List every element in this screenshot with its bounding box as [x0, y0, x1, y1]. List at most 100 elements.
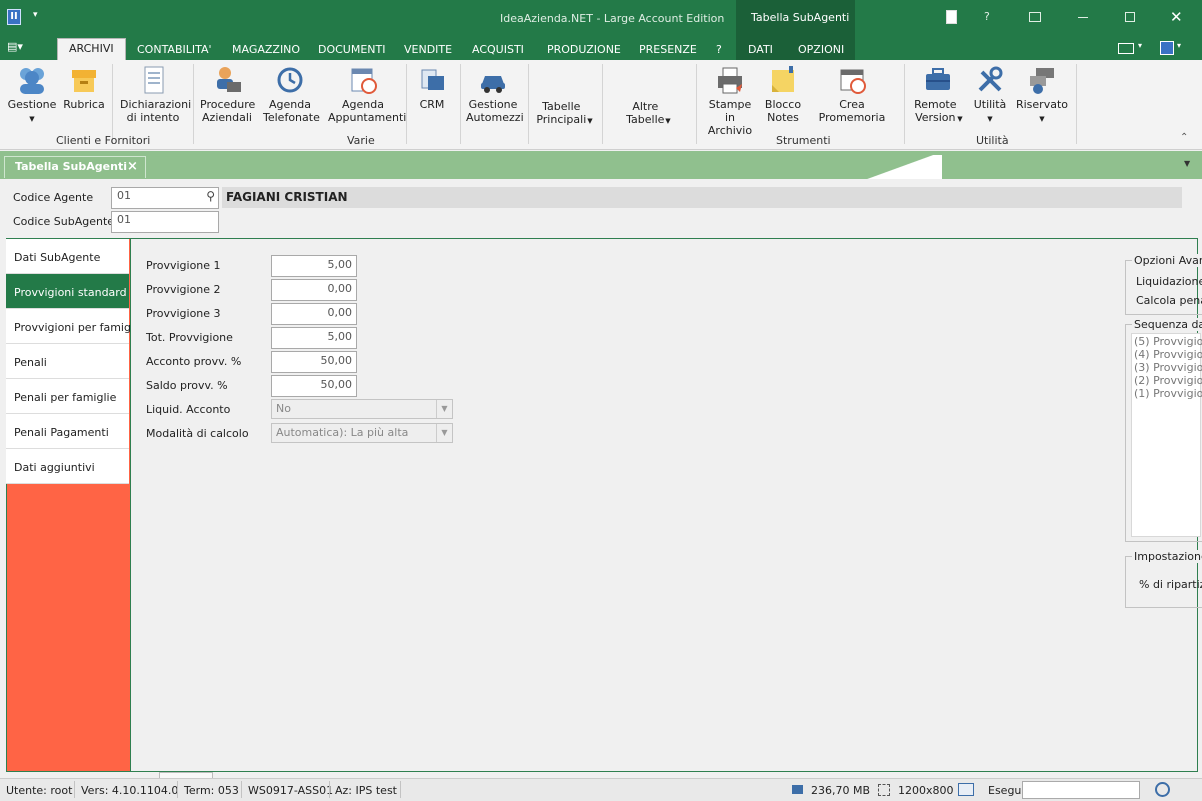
list-item[interactable]: (2) Provvigio [1134, 374, 1202, 387]
provvigione-1-input[interactable]: 5,00 [271, 255, 357, 277]
gestione-automezzi-button[interactable]: Gestione Automezzi [465, 64, 524, 124]
run-command-input[interactable] [1022, 781, 1140, 799]
app-title: IdeaAzienda.NET - Large Account Edition [500, 12, 725, 25]
provvigione-3-input[interactable]: 0,00 [271, 303, 357, 325]
provvigione-3-label: Provvigione 3 [146, 307, 221, 320]
option-liquidazione[interactable]: Liquidazione [1136, 275, 1202, 288]
status-term: Term: 053 [184, 784, 239, 797]
ribbon-separator [904, 64, 905, 144]
gestione-automezzi-label: Gestione Automezzi [466, 98, 524, 124]
worker-icon [217, 67, 241, 92]
mail-dropdown-icon[interactable]: ▾ [1138, 41, 1142, 50]
document-tab[interactable]: Tabella SubAgenti × [4, 156, 146, 178]
tab-archivi[interactable]: ARCHIVI [57, 38, 126, 60]
list-item[interactable]: (4) Provvigio [1134, 348, 1202, 361]
gestione-dropdown-icon: ▼ [29, 115, 35, 123]
calendar-icon [840, 69, 866, 94]
dichiarazioni-button[interactable]: Dichiarazioni di intento [117, 64, 191, 124]
acconto-provv-input[interactable]: 50,00 [271, 351, 357, 373]
printer-icon [718, 67, 742, 94]
agenda-appuntamenti-button[interactable]: Agenda Appuntamenti [327, 64, 406, 124]
tab-help[interactable]: ? [716, 41, 722, 60]
fullscreen-icon[interactable] [878, 784, 890, 796]
agenda-telefonate-button[interactable]: Agenda Telefonate [262, 64, 320, 124]
stampe-in-archivio-button[interactable]: Stampe in Archivio [702, 64, 758, 137]
blocco-notes-button[interactable]: Blocco Notes [762, 64, 804, 124]
liquid-acconto-label: Liquid. Acconto [146, 403, 231, 416]
tab-opzioni[interactable]: OPZIONI [798, 41, 844, 60]
layout-icon[interactable] [1160, 41, 1174, 55]
memory-icon [792, 785, 803, 794]
mail-icon[interactable] [1118, 43, 1134, 54]
blocco-notes-label: Blocco Notes [764, 98, 802, 124]
modalita-calcolo-select[interactable]: Automatica): La più alta ▼ [271, 423, 453, 443]
altre-tabelle-dropdown-icon: ▼ [665, 117, 671, 125]
quick-access-menu-icon[interactable]: ▾ [33, 10, 38, 20]
list-item[interactable]: (1) Provvigio [1134, 387, 1202, 400]
sticky-note-icon [772, 66, 794, 92]
crea-promemoria-button[interactable]: Crea Promemoria [809, 64, 895, 124]
rubrica-button[interactable]: Rubrica [62, 64, 106, 111]
sidebar-item-provvigioni-standard[interactable]: Provvigioni standard [6, 274, 129, 309]
restore-ribbon-icon[interactable] [1029, 12, 1041, 22]
stampe-in-archivio-label: Stampe in Archivio [707, 98, 753, 137]
tab-magazzino[interactable]: MAGAZZINO [232, 41, 300, 60]
sidebar-item-provvigioni-famiglie[interactable]: Provvigioni per famiglie [6, 309, 144, 344]
riservato-button[interactable]: Riservato ▼ [1014, 64, 1070, 126]
tab-list-dropdown-icon[interactable]: ▼ [1184, 159, 1190, 168]
altre-tabelle-button[interactable]: Altre Tabelle▼ [620, 100, 676, 128]
gears-icon [1030, 68, 1054, 94]
ribbon-separator [1076, 64, 1077, 144]
subagent-code-label: Codice SubAgente [13, 215, 115, 228]
close-tab-icon[interactable]: × [127, 159, 138, 174]
gestione-button[interactable]: Gestione ▼ [6, 64, 58, 126]
agent-code-input[interactable]: 01 ⚲ [111, 187, 219, 209]
document-icon[interactable] [946, 10, 957, 24]
tab-contabilita[interactable]: CONTABILITA' [137, 41, 212, 60]
layout-dropdown-icon[interactable]: ▾ [1177, 41, 1181, 50]
ribbon-separator [112, 64, 113, 144]
minimize-icon[interactable] [1078, 17, 1088, 18]
tabelle-principali-button[interactable]: Tabelle Principali▼ [532, 100, 596, 128]
sidebar-item-penali-famiglie[interactable]: Penali per famiglie [6, 379, 129, 414]
tab-documenti[interactable]: DOCUMENTI [318, 41, 386, 60]
group-utilita: Utilità [976, 134, 1009, 147]
briefcase-icon [421, 69, 444, 90]
tot-provvigione-input[interactable]: 5,00 [271, 327, 357, 349]
tab-produzione[interactable]: PRODUZIONE [547, 41, 621, 60]
option-calcola-penali[interactable]: Calcola pena [1136, 294, 1202, 307]
sidebar-item-penali[interactable]: Penali [6, 344, 129, 379]
crm-button[interactable]: CRM [414, 64, 450, 111]
remote-version-button[interactable]: Remote Version ▼ [910, 64, 966, 126]
tab-vendite[interactable]: VENDITE [404, 41, 452, 60]
maximize-icon[interactable] [1125, 12, 1135, 22]
history-icon [277, 67, 303, 93]
agent-code-label: Codice Agente [13, 191, 94, 204]
sidebar-item-dati-aggiuntivi[interactable]: Dati aggiuntivi [6, 449, 129, 484]
close-icon[interactable]: ✕ [1170, 8, 1183, 26]
liquid-acconto-select[interactable]: No ▼ [271, 399, 453, 419]
ribbon-separator [696, 64, 697, 144]
tab-dati[interactable]: DATI [748, 41, 773, 60]
help-icon[interactable]: ? [984, 10, 990, 23]
list-item[interactable]: (5) Provvigio [1134, 335, 1202, 348]
status-separator [74, 781, 75, 798]
list-item[interactable]: (3) Provvigio [1134, 361, 1202, 374]
window-preview-icon[interactable] [958, 783, 974, 796]
utilita-button[interactable]: Utilità ▼ [970, 64, 1010, 126]
app-logo-icon[interactable]: II [7, 9, 21, 25]
chevron-down-icon: ▼ [436, 400, 452, 418]
tab-acquisti[interactable]: ACQUISTI [472, 41, 524, 60]
saldo-provv-input[interactable]: 50,00 [271, 375, 357, 397]
tab-presenze[interactable]: PRESENZE [639, 41, 697, 60]
subagent-code-input[interactable]: 01 [111, 211, 219, 233]
collapse-ribbon-icon[interactable]: ⌃ [1180, 132, 1188, 143]
search-icon[interactable]: ⚲ [206, 189, 215, 203]
file-menu-button[interactable]: ▤▾ [7, 40, 41, 56]
sidebar-item-dati-subagente[interactable]: Dati SubAgente [6, 239, 129, 274]
provvigione-2-input[interactable]: 0,00 [271, 279, 357, 301]
status-version: Vers: 4.10.1104.0 [81, 784, 179, 797]
procedure-aziendali-button[interactable]: Procedure Aziendali [199, 64, 255, 124]
sidebar-item-penali-pagamenti[interactable]: Penali Pagamenti [6, 414, 129, 449]
refresh-clock-icon[interactable] [1155, 782, 1170, 797]
